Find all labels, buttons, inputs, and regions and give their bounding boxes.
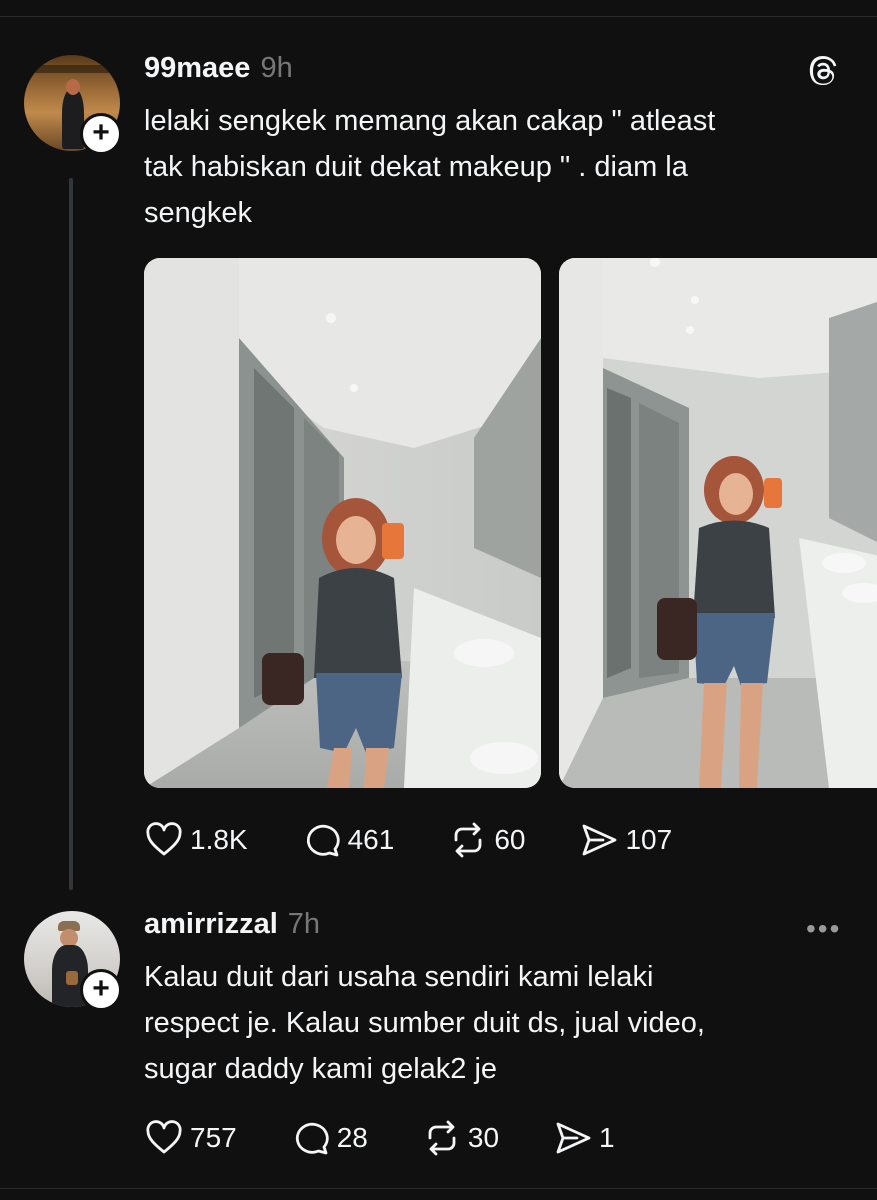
reply-avatar-container[interactable]: +	[24, 911, 122, 1011]
like-count: 757	[190, 1122, 237, 1153]
heart-icon	[146, 1120, 182, 1154]
post-text-line: lelaki sengkek memang akan cakap " atlea…	[144, 105, 716, 137]
send-icon	[556, 1122, 591, 1154]
repost-icon	[428, 1120, 456, 1156]
comment-count: 461	[347, 824, 395, 855]
repost-button[interactable]: 30	[422, 1118, 499, 1158]
reply-username[interactable]: amirrizzal	[144, 908, 278, 940]
share-count: 107	[625, 824, 673, 855]
post-image-1[interactable]	[144, 258, 541, 788]
share-button[interactable]: 107	[579, 820, 672, 860]
post-time: 9h	[260, 52, 293, 84]
comment-button[interactable]: 461	[302, 820, 395, 860]
like-button[interactable]: 757	[144, 1118, 237, 1158]
post-avatar-container[interactable]: +	[24, 55, 122, 155]
ellipsis-icon[interactable]: •••	[806, 913, 841, 945]
post-header: 99maee 9h	[144, 52, 293, 85]
reply-actions: 757 28 30 1	[144, 1118, 669, 1158]
reply-text-line: sugar daddy kami gelak2 je	[144, 1053, 498, 1085]
reply-time: 7h	[287, 908, 321, 940]
follow-plus-icon[interactable]: +	[80, 113, 122, 155]
top-divider	[0, 16, 877, 17]
post-text-line: sengkek	[144, 197, 253, 229]
comment-bubble-icon	[295, 1122, 329, 1155]
repost-count: 60	[494, 824, 526, 855]
repost-count: 30	[467, 1122, 500, 1153]
repost-icon	[454, 822, 482, 858]
post-text: lelaki sengkek memang akan cakap " atlea…	[144, 98, 715, 236]
repost-button[interactable]: 60	[448, 820, 525, 860]
follow-plus-icon[interactable]: +	[80, 969, 122, 1011]
reply-text: Kalau duit dari usaha sendiri kami lelak…	[144, 954, 705, 1092]
send-icon	[583, 824, 617, 856]
comment-count: 28	[336, 1122, 368, 1153]
comment-bubble-icon	[306, 824, 340, 857]
like-count: 1.8K	[190, 824, 248, 855]
share-count: 1	[599, 1122, 615, 1153]
like-button[interactable]: 1.8K	[144, 820, 248, 860]
reply-text-line: Kalau duit dari usaha sendiri kami lelak…	[144, 961, 654, 993]
thread-connector-line	[69, 178, 73, 890]
reply-text-line: respect je. Kalau sumber duit ds, jual v…	[144, 1007, 705, 1039]
share-button[interactable]: 1	[553, 1118, 615, 1158]
post-image-2[interactable]	[559, 258, 877, 788]
post-actions: 1.8K 461 60 107	[144, 820, 726, 860]
post-username[interactable]: 99maee	[144, 52, 250, 84]
threads-logo-icon[interactable]	[806, 55, 840, 89]
post-text-line: tak habiskan duit dekat makeup " . diam …	[144, 151, 688, 183]
comment-button[interactable]: 28	[291, 1118, 368, 1158]
bottom-divider	[0, 1188, 877, 1189]
reply-header: amirrizzal 7h	[144, 908, 320, 941]
heart-icon	[146, 822, 182, 856]
